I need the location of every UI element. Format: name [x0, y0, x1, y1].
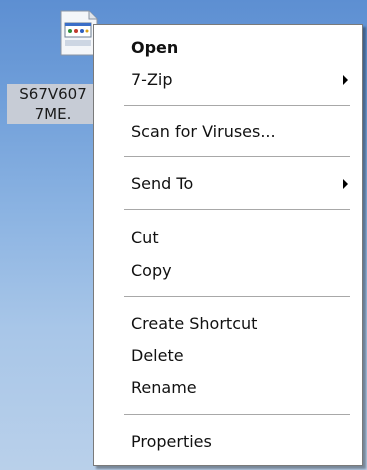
menu-separator — [124, 105, 350, 107]
menu-item-rename-label: Rename — [131, 378, 197, 397]
menu-item-cut-label: Cut — [131, 228, 159, 247]
menu-item-copy-label: Copy — [131, 261, 172, 280]
menu-item-create-shortcut[interactable]: Create Shortcut — [94, 309, 362, 339]
menu-item-delete-label: Delete — [131, 346, 184, 365]
menu-item-properties[interactable]: Properties — [94, 427, 362, 457]
menu-item-copy[interactable]: Copy — [94, 256, 362, 286]
menu-item-scan-viruses[interactable]: Scan for Viruses... — [94, 117, 362, 147]
file-name-line-1: S67V607 — [19, 85, 87, 103]
file-name-label[interactable]: S67V607 7ME. — [7, 84, 99, 124]
context-menu: Open 7-Zip Scan for Viruses... Send To C… — [93, 24, 363, 466]
menu-separator — [124, 296, 350, 298]
menu-item-delete[interactable]: Delete — [94, 341, 362, 371]
menu-item-cut[interactable]: Cut — [94, 223, 362, 253]
submenu-arrow-icon — [343, 179, 348, 189]
menu-item-rename[interactable]: Rename — [94, 373, 362, 403]
menu-separator — [124, 156, 350, 158]
menu-item-properties-label: Properties — [131, 432, 212, 451]
menu-item-create-shortcut-label: Create Shortcut — [131, 314, 258, 333]
menu-item-7zip[interactable]: 7-Zip — [94, 65, 362, 95]
file-name-line-2: 7ME. — [34, 105, 72, 123]
menu-item-7zip-label: 7-Zip — [131, 70, 173, 89]
menu-item-scan-label: Scan for Viruses... — [131, 122, 276, 141]
submenu-arrow-icon — [343, 75, 348, 85]
menu-item-open-label: Open — [131, 38, 179, 57]
menu-separator — [124, 414, 350, 416]
menu-item-send-to-label: Send To — [131, 174, 194, 193]
menu-separator — [124, 209, 350, 211]
menu-item-send-to[interactable]: Send To — [94, 169, 362, 199]
menu-item-open[interactable]: Open — [94, 33, 362, 63]
